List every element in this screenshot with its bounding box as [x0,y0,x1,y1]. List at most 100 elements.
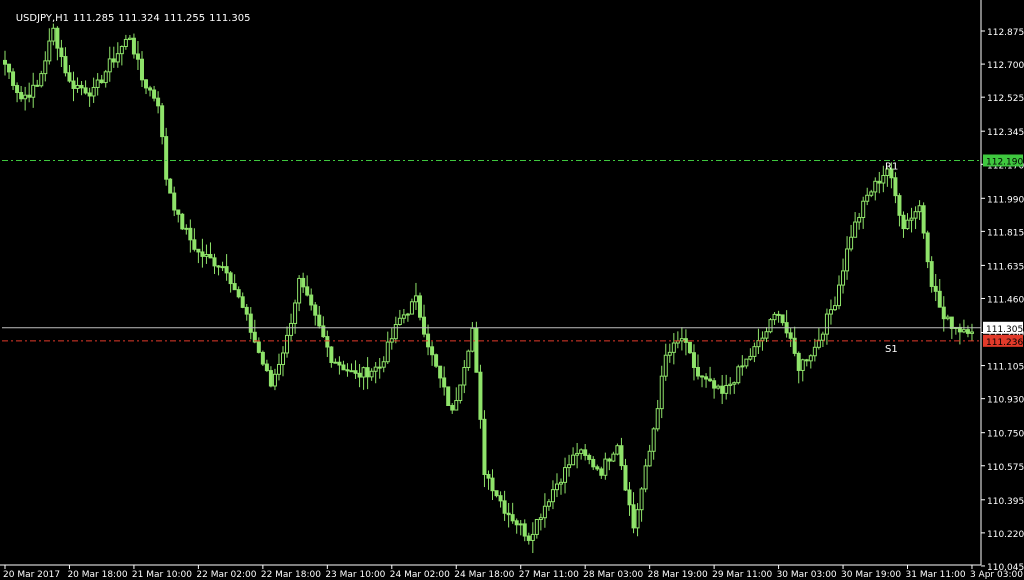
candle-body [506,512,511,516]
candle-body [651,428,656,452]
y-tick-label: 111.990 [987,195,1024,205]
low-price: 111.255 [163,13,206,24]
candle-body [47,40,52,62]
candle-body [276,363,281,375]
candle-body [385,341,390,363]
candle-body [623,465,628,491]
candle-body [607,458,612,462]
candle-body [756,340,761,348]
candle-body [961,329,966,333]
candle-body [99,79,104,84]
candle-body [518,523,523,526]
candle-body [268,370,273,387]
candle-body [615,445,620,455]
y-tick-label: 110.930 [987,396,1024,406]
candle-body [736,366,741,384]
candle-body [135,53,140,60]
support-label: S1 [885,344,898,355]
symbol-timeframe: USDJPY,H1 [15,13,70,24]
candle-body [216,265,221,268]
candle-body [341,364,346,371]
candle-body [244,306,249,315]
candle-body [482,418,487,476]
candle-body [744,358,749,367]
candle-body [313,304,318,316]
x-tick-label: 27 Mar 11:00 [519,570,579,580]
candle-body [188,227,193,241]
candle [434,353,439,368]
candle-body [550,489,555,503]
candle-body [79,84,84,89]
candle-body [732,382,737,385]
support-price-tag-text: 111.236 [986,338,1023,348]
candle-body [881,174,886,184]
candle-body [788,332,793,339]
y-tick-label: 112.525 [987,94,1024,104]
candle-body [748,355,753,360]
candle-body [591,458,596,468]
candle-body [599,468,604,476]
candle-body [430,346,435,356]
candle-body [704,376,709,380]
candle-body [377,366,382,369]
x-tick-label: 28 Mar 03:00 [583,570,643,580]
candle-body [877,180,882,184]
x-tick-label: 24 Mar 18:00 [454,570,514,580]
candle-body [526,535,531,541]
candle-body [631,504,636,529]
y-tick-label: 110.575 [987,463,1024,473]
candle-body [357,372,362,378]
candle-body [857,217,862,223]
y-tick-label: 110.220 [987,530,1024,540]
candle-body [409,301,414,315]
candle-body [297,277,302,304]
candle-body [168,178,173,194]
candle-body [144,79,149,89]
candle-body [470,327,475,352]
candle-body [369,370,374,378]
candle-body [337,361,342,366]
candle-body [490,477,495,492]
candle-body [845,248,850,272]
candle-body [687,341,692,354]
candle-body [869,191,874,196]
y-tick-label: 112.345 [987,128,1024,138]
candle-body [123,38,128,48]
candle-body [305,286,310,296]
candle-body [917,205,922,213]
candle-body [909,217,914,221]
candle-body [393,323,398,340]
candle-body [949,316,954,329]
candle-body [800,359,805,371]
candle-body [180,213,185,230]
candle-body [571,454,576,466]
candle-body [901,214,906,230]
candle-body [381,361,386,368]
chart-area: R1S1 112.875112.700112.525112.345112.170… [0,0,1024,580]
x-tick-label: 20 Mar 2017 [3,570,60,580]
candle-body [333,361,338,364]
candle-body [434,354,439,367]
candle-body [107,58,112,73]
candle [417,292,422,321]
candle [768,318,773,334]
candle-body [945,316,950,320]
candle-body [764,331,769,339]
x-tick-label: 31 Mar 11:00 [906,570,966,580]
x-tick-label: 3 Apr 03:00 [970,570,1023,580]
candle-body [103,71,108,84]
candle-body [768,319,773,333]
candle-body [708,378,713,382]
candle-body [75,84,80,89]
high-price: 111.324 [118,13,160,24]
candle-body [937,290,942,308]
candle-body [643,465,648,490]
candle-body [19,92,24,100]
candle-body [293,302,298,324]
candle-body [212,257,217,267]
candle-body [724,384,729,394]
candle-body [841,270,846,286]
candle-body [925,232,930,263]
candle-body [740,365,745,368]
candle-body [921,205,926,234]
